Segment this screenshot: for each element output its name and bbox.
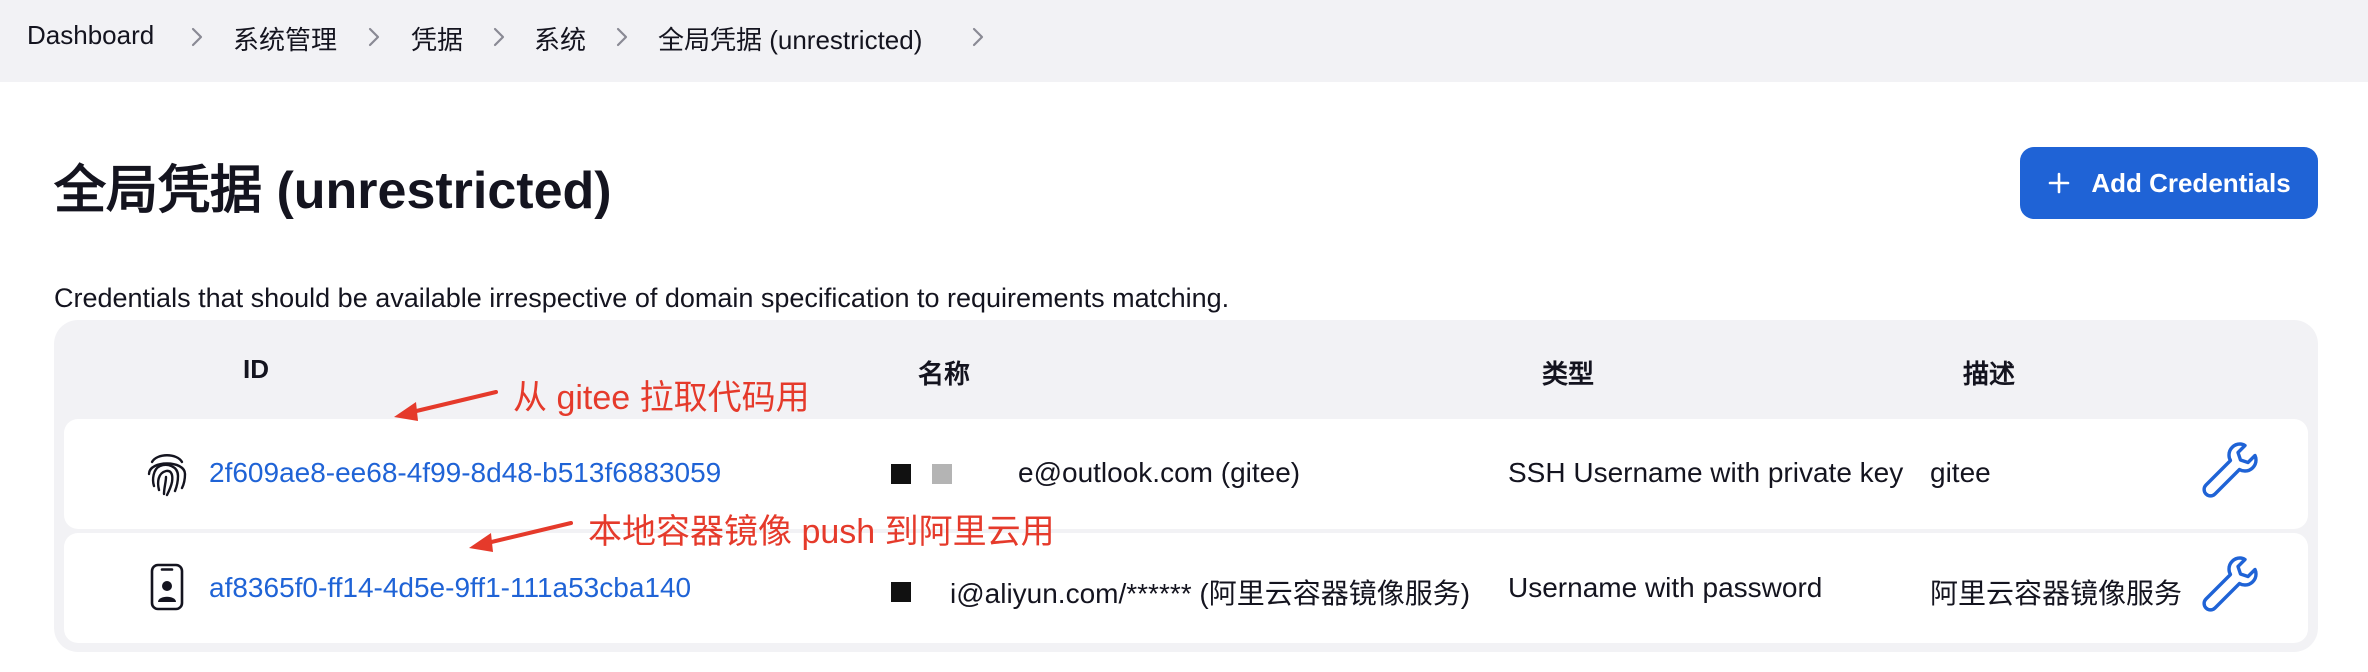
page-title: 全局凭据 (unrestricted) — [54, 162, 612, 220]
credential-id-link[interactable]: 2f609ae8-ee68-4f99-8d48-b513f6883059 — [209, 457, 721, 489]
add-credentials-button[interactable]: Add Credentials — [2020, 147, 2318, 219]
redaction-mark — [872, 578, 952, 598]
credential-description: 阿里云容器镜像服务 — [1930, 578, 2183, 609]
column-header-description[interactable]: 描述 — [1963, 354, 2015, 391]
fingerprint-icon — [146, 448, 188, 503]
breadcrumb-credentials[interactable]: 凭据 — [411, 20, 463, 57]
breadcrumb-system[interactable]: 系统 — [534, 20, 586, 57]
redaction-mark — [891, 464, 911, 484]
chevron-right-icon — [363, 26, 385, 48]
chevron-right-icon — [611, 26, 633, 48]
breadcrumb-dashboard[interactable]: Dashboard — [27, 20, 154, 51]
annotation-arrow-icon — [394, 390, 498, 421]
annotation-gitee: 从 gitee 拉取代码用 — [513, 379, 810, 417]
redaction-mark — [932, 464, 952, 484]
breadcrumb-system-management[interactable]: 系统管理 — [233, 20, 337, 57]
annotation-aliyun: 本地容器镜像 push 到阿里云用 — [588, 513, 1055, 551]
wrench-icon[interactable] — [2200, 554, 2258, 617]
credential-name: e@outlook.com (gitee) — [1018, 457, 1301, 488]
plus-icon — [2047, 171, 2071, 195]
redaction-mark — [891, 582, 911, 602]
breadcrumb-global-credentials[interactable]: 全局凭据 (unrestricted) — [658, 20, 922, 57]
credential-description: gitee — [1930, 457, 1991, 488]
credential-type: SSH Username with private key — [1508, 457, 1904, 488]
column-header-id[interactable]: ID — [243, 354, 269, 385]
column-header-name[interactable]: 名称 — [918, 354, 970, 391]
page-description: Credentials that should be available irr… — [54, 283, 1230, 313]
chevron-right-icon — [186, 26, 208, 48]
credential-name: i@aliyun.com/****** (阿里云容器镜像服务) — [950, 578, 1471, 609]
credential-type: Username with password — [1508, 572, 1823, 603]
add-credentials-label: Add Credentials — [2091, 167, 2291, 198]
annotation-arrow-icon — [469, 521, 573, 552]
id-badge-icon — [150, 563, 184, 616]
breadcrumb: Dashboard 系统管理 凭据 系统 全局凭据 (unrestricted) — [0, 0, 2368, 82]
wrench-icon[interactable] — [2200, 440, 2258, 503]
column-header-type[interactable]: 类型 — [1542, 354, 1594, 391]
chevron-right-icon — [488, 26, 510, 48]
chevron-right-icon[interactable] — [967, 26, 989, 48]
credential-id-link[interactable]: af8365f0-ff14-4d5e-9ff1-111a53cba140 — [209, 572, 691, 604]
